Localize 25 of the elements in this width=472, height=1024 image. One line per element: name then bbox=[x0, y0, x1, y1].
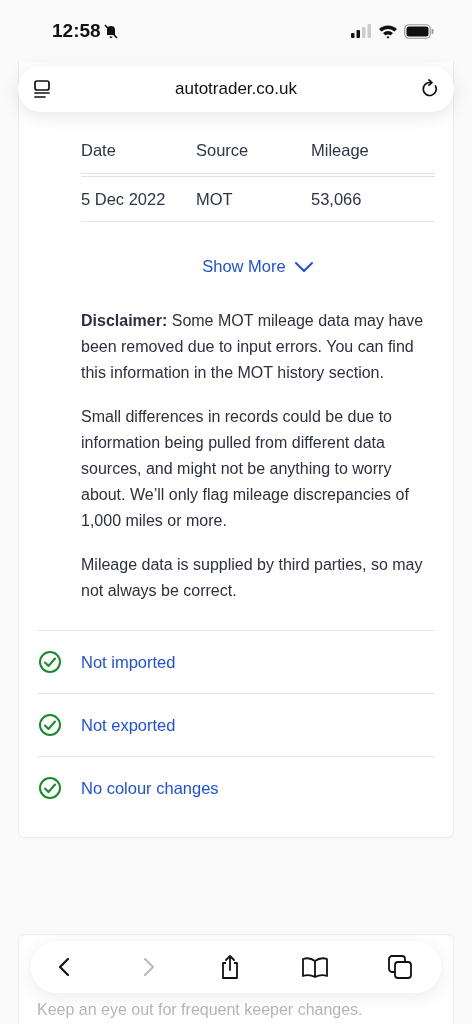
signal-icon bbox=[350, 24, 372, 38]
book-icon[interactable] bbox=[300, 956, 329, 978]
section-subtitle: Keep an eye out for frequent keeper changes. bbox=[37, 1001, 364, 1019]
disclaimer-text: Mileage data is supplied by third parties, so may not always be correct. bbox=[81, 555, 424, 601]
column-header: Mileage bbox=[311, 141, 370, 160]
wifi-icon bbox=[378, 23, 398, 39]
check-link[interactable]: Not exported bbox=[81, 715, 176, 735]
tabs-icon[interactable] bbox=[387, 954, 413, 980]
check-link[interactable]: Not imported bbox=[81, 652, 176, 672]
column-header: Source bbox=[196, 141, 250, 160]
status-time: 12:58 bbox=[52, 20, 101, 42]
check-link[interactable]: No colour changes bbox=[81, 778, 219, 798]
show-more-button[interactable]: Show More bbox=[202, 255, 314, 278]
disclaimer-text: Disclaimer: Some MOT mileage data may have been removed due to input errors. You can find this information in the MOT history section. bbox=[81, 311, 425, 383]
disclaimer-text: Small differences in records could be due to information being pulled from different data sources, and might not be anything to worry about. We’ll only flag mileage discrepancies of 1,000 miles or more. bbox=[81, 407, 410, 531]
table-cell-text: 53,066 bbox=[311, 189, 363, 209]
column-header: Date bbox=[81, 141, 117, 160]
battery-icon bbox=[404, 23, 434, 39]
url-text: autotrader.co.uk bbox=[175, 79, 297, 99]
tab-menu-icon[interactable] bbox=[32, 79, 52, 99]
chevron-icon bbox=[293, 260, 314, 273]
address-bar[interactable]: autotrader.co.uk bbox=[18, 66, 454, 112]
table-cell-text: 5 Dec 2022 bbox=[81, 189, 167, 209]
reload-icon[interactable] bbox=[420, 79, 440, 99]
table-cell-text: MOT bbox=[196, 189, 234, 209]
